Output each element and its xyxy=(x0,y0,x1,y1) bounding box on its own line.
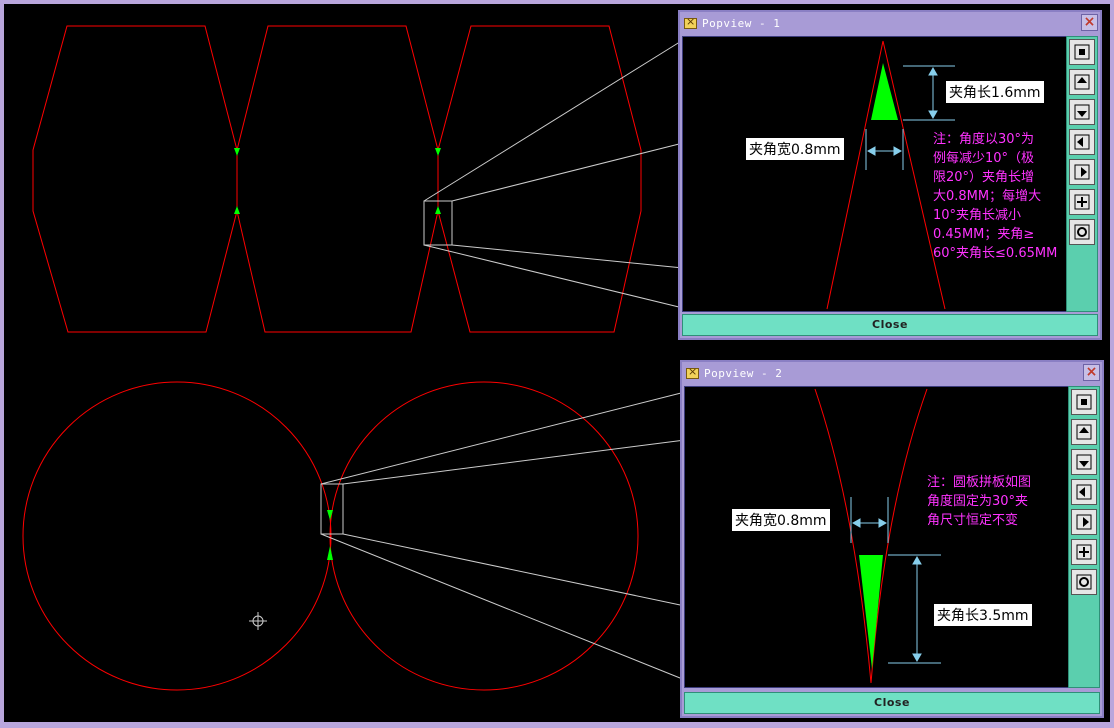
zoom-window-icon xyxy=(1074,44,1090,60)
pan-left-button[interactable] xyxy=(1071,479,1097,505)
pan-down-icon xyxy=(1076,454,1092,470)
width-label: 夹角宽0.8mm xyxy=(732,509,830,531)
pan-up-button[interactable] xyxy=(1069,69,1095,95)
zoom-in-icon xyxy=(1076,544,1092,560)
title-bar[interactable]: Popview - 1 xyxy=(680,12,1100,34)
close-window-button[interactable]: × xyxy=(1081,14,1098,31)
zoom-view[interactable]: 夹角宽0.8mm 夹角长3.5mm 注：圆板拼板如图 角度固定为30°夹 角尺寸… xyxy=(684,386,1070,688)
zoom-in-icon xyxy=(1074,194,1090,210)
notch-fill xyxy=(859,555,883,669)
zoom-window-button[interactable] xyxy=(1069,39,1095,65)
popview-window-1[interactable]: Popview - 1 × 夹角长1.6mm 夹角宽0.8mm 注：角度以 xyxy=(678,10,1102,340)
zoom-view[interactable]: 夹角长1.6mm 夹角宽0.8mm 注：角度以30°为 例每减少10°（极 限2… xyxy=(682,36,1068,312)
pan-down-icon xyxy=(1074,104,1090,120)
view-toolbar xyxy=(1068,386,1100,688)
pan-down-button[interactable] xyxy=(1069,99,1095,125)
view-toolbar xyxy=(1066,36,1098,312)
pan-left-icon xyxy=(1074,134,1090,150)
app-icon xyxy=(686,365,699,379)
notch-edge xyxy=(826,40,884,310)
close-button[interactable]: Close xyxy=(682,314,1098,336)
length-label: 夹角长1.6mm xyxy=(946,81,1044,103)
app-icon xyxy=(684,15,697,29)
close-button[interactable]: Close xyxy=(684,692,1100,714)
zoom-out-icon xyxy=(1076,574,1092,590)
pan-right-icon xyxy=(1076,514,1092,530)
zoom-in-button[interactable] xyxy=(1071,539,1097,565)
pan-right-button[interactable] xyxy=(1069,159,1095,185)
title-bar[interactable]: Popview - 2 xyxy=(682,362,1102,384)
pan-right-icon xyxy=(1074,164,1090,180)
width-label: 夹角宽0.8mm xyxy=(746,138,844,160)
zoom-in-button[interactable] xyxy=(1069,189,1095,215)
popview-window-2[interactable]: Popview - 2 × 夹角宽0.8mm 夹角长3.5mm 注：圆板拼 xyxy=(680,360,1104,718)
notch-fill xyxy=(871,63,898,120)
pan-left-icon xyxy=(1076,484,1092,500)
window-title: Popview - 2 xyxy=(704,366,783,380)
zoom-out-button[interactable] xyxy=(1069,219,1095,245)
notch-edge xyxy=(870,388,928,684)
length-label: 夹角长3.5mm xyxy=(934,604,1032,626)
notch-edge xyxy=(814,388,872,684)
zoom-out-icon xyxy=(1074,224,1090,240)
design-note: 注：角度以30°为 例每减少10°（极 限20°）夹角长增 大0.8MM；每增大… xyxy=(933,132,1058,261)
window-title: Popview - 1 xyxy=(702,16,781,30)
pan-right-button[interactable] xyxy=(1071,509,1097,535)
pan-up-button[interactable] xyxy=(1071,419,1097,445)
design-note: 注：圆板拼板如图 角度固定为30°夹 角尺寸恒定不变 xyxy=(927,475,1032,528)
zoom-window-icon xyxy=(1076,394,1092,410)
pan-up-icon xyxy=(1074,74,1090,90)
pan-left-button[interactable] xyxy=(1069,129,1095,155)
zoom-window-button[interactable] xyxy=(1071,389,1097,415)
zoom-out-button[interactable] xyxy=(1071,569,1097,595)
close-window-button[interactable]: × xyxy=(1083,364,1100,381)
pan-down-button[interactable] xyxy=(1071,449,1097,475)
pan-up-icon xyxy=(1076,424,1092,440)
